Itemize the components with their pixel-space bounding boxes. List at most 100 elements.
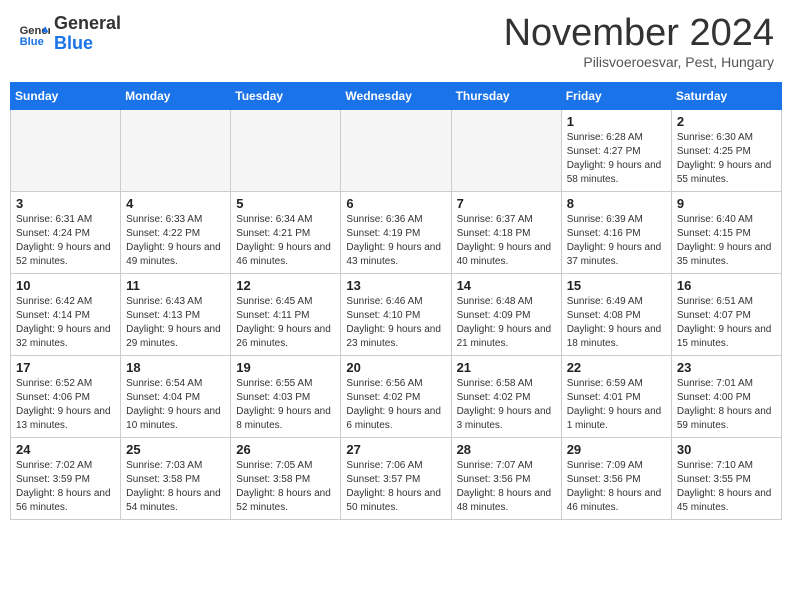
day-number: 1 xyxy=(567,114,666,129)
day-detail: Sunrise: 6:48 AM Sunset: 4:09 PM Dayligh… xyxy=(457,295,556,351)
day-number: 7 xyxy=(457,196,556,211)
calendar-cell: 30 Sunrise: 7:10 AM Sunset: 3:55 PM Dayli… xyxy=(671,438,781,520)
day-number: 3 xyxy=(16,196,115,211)
calendar-cell: 6Sunrise: 6:36 AM Sunset: 4:19 PM Daylig… xyxy=(341,192,451,274)
calendar-cell xyxy=(121,110,231,192)
calendar-cell: 1 Sunrise: 6:28 AM Sunset: 4:27 PM Daylig… xyxy=(561,110,671,192)
day-number: 14 xyxy=(457,278,556,293)
calendar-cell: 20 Sunrise: 6:56 AM Sunset: 4:02 PM Dayli… xyxy=(341,356,451,438)
weekday-header-wednesday: Wednesday xyxy=(341,83,451,110)
calendar-cell: 25Sunrise: 7:03 AM Sunset: 3:58 PM Dayli… xyxy=(121,438,231,520)
calendar-cell: 4Sunrise: 6:33 AM Sunset: 4:22 PM Daylig… xyxy=(121,192,231,274)
day-detail: Sunrise: 7:09 AM Sunset: 3:56 PM Dayligh… xyxy=(567,459,666,515)
day-detail: Sunrise: 6:31 AM Sunset: 4:24 PM Dayligh… xyxy=(16,213,115,269)
calendar-cell: 8 Sunrise: 6:39 AM Sunset: 4:16 PM Daylig… xyxy=(561,192,671,274)
day-number: 23 xyxy=(677,360,776,375)
page-header: General Blue General Blue November 2024 … xyxy=(10,10,782,74)
title-block: November 2024 Pilisvoeroesvar, Pest, Hun… xyxy=(504,14,774,70)
calendar-cell xyxy=(341,110,451,192)
day-detail: Sunrise: 6:30 AM Sunset: 4:25 PM Dayligh… xyxy=(677,131,776,187)
day-number: 12 xyxy=(236,278,335,293)
day-number: 21 xyxy=(457,360,556,375)
calendar-cell: 18 Sunrise: 6:54 AM Sunset: 4:04 PM Dayli… xyxy=(121,356,231,438)
day-detail: Sunrise: 6:58 AM Sunset: 4:02 PM Dayligh… xyxy=(457,377,556,433)
calendar-cell: 22 Sunrise: 6:59 AM Sunset: 4:01 PM Dayli… xyxy=(561,356,671,438)
calendar-cell: 10 Sunrise: 6:42 AM Sunset: 4:14 PM Dayli… xyxy=(11,274,121,356)
day-number: 13 xyxy=(346,278,445,293)
day-detail: Sunrise: 6:59 AM Sunset: 4:01 PM Dayligh… xyxy=(567,377,666,433)
day-number: 28 xyxy=(457,442,556,457)
day-number: 20 xyxy=(346,360,445,375)
calendar-cell: 19 Sunrise: 6:55 AM Sunset: 4:03 PM Dayli… xyxy=(231,356,341,438)
day-number: 9 xyxy=(677,196,776,211)
day-number: 18 xyxy=(126,360,225,375)
calendar-cell: 15Sunrise: 6:49 AM Sunset: 4:08 PM Dayli… xyxy=(561,274,671,356)
weekday-header-thursday: Thursday xyxy=(451,83,561,110)
calendar-cell: 17Sunrise: 6:52 AM Sunset: 4:06 PM Dayli… xyxy=(11,356,121,438)
day-detail: Sunrise: 6:54 AM Sunset: 4:04 PM Dayligh… xyxy=(126,377,225,433)
calendar-cell: 14 Sunrise: 6:48 AM Sunset: 4:09 PM Dayli… xyxy=(451,274,561,356)
day-detail: Sunrise: 6:37 AM Sunset: 4:18 PM Dayligh… xyxy=(457,213,556,269)
calendar-cell: 27 Sunrise: 7:06 AM Sunset: 3:57 PM Dayli… xyxy=(341,438,451,520)
day-detail: Sunrise: 6:28 AM Sunset: 4:27 PM Dayligh… xyxy=(567,131,666,187)
calendar-cell: 11 Sunrise: 6:43 AM Sunset: 4:13 PM Dayli… xyxy=(121,274,231,356)
calendar-cell: 23Sunrise: 7:01 AM Sunset: 4:00 PM Dayli… xyxy=(671,356,781,438)
day-number: 26 xyxy=(236,442,335,457)
calendar-cell: 5 Sunrise: 6:34 AM Sunset: 4:21 PM Daylig… xyxy=(231,192,341,274)
weekday-header-saturday: Saturday xyxy=(671,83,781,110)
day-number: 4 xyxy=(126,196,225,211)
day-detail: Sunrise: 7:05 AM Sunset: 3:58 PM Dayligh… xyxy=(236,459,335,515)
day-number: 10 xyxy=(16,278,115,293)
day-detail: Sunrise: 6:56 AM Sunset: 4:02 PM Dayligh… xyxy=(346,377,445,433)
day-number: 27 xyxy=(346,442,445,457)
calendar-cell xyxy=(451,110,561,192)
day-number: 6 xyxy=(346,196,445,211)
day-number: 19 xyxy=(236,360,335,375)
day-detail: Sunrise: 6:55 AM Sunset: 4:03 PM Dayligh… xyxy=(236,377,335,433)
weekday-header-friday: Friday xyxy=(561,83,671,110)
day-detail: Sunrise: 6:40 AM Sunset: 4:15 PM Dayligh… xyxy=(677,213,776,269)
calendar-cell: 9 Sunrise: 6:40 AM Sunset: 4:15 PM Daylig… xyxy=(671,192,781,274)
day-detail: Sunrise: 6:46 AM Sunset: 4:10 PM Dayligh… xyxy=(346,295,445,351)
day-detail: Sunrise: 7:06 AM Sunset: 3:57 PM Dayligh… xyxy=(346,459,445,515)
calendar-cell: 24 Sunrise: 7:02 AM Sunset: 3:59 PM Dayli… xyxy=(11,438,121,520)
calendar-cell: 28 Sunrise: 7:07 AM Sunset: 3:56 PM Dayli… xyxy=(451,438,561,520)
day-number: 29 xyxy=(567,442,666,457)
calendar-cell: 12 Sunrise: 6:45 AM Sunset: 4:11 PM Dayli… xyxy=(231,274,341,356)
day-number: 5 xyxy=(236,196,335,211)
week-row-4: 17Sunrise: 6:52 AM Sunset: 4:06 PM Dayli… xyxy=(11,356,782,438)
month-title: November 2024 xyxy=(504,14,774,52)
week-row-3: 10 Sunrise: 6:42 AM Sunset: 4:14 PM Dayli… xyxy=(11,274,782,356)
weekday-header-tuesday: Tuesday xyxy=(231,83,341,110)
calendar-cell xyxy=(231,110,341,192)
weekday-header-monday: Monday xyxy=(121,83,231,110)
day-number: 30 xyxy=(677,442,776,457)
day-detail: Sunrise: 6:39 AM Sunset: 4:16 PM Dayligh… xyxy=(567,213,666,269)
day-detail: Sunrise: 7:02 AM Sunset: 3:59 PM Dayligh… xyxy=(16,459,115,515)
day-detail: Sunrise: 7:03 AM Sunset: 3:58 PM Dayligh… xyxy=(126,459,225,515)
day-detail: Sunrise: 6:34 AM Sunset: 4:21 PM Dayligh… xyxy=(236,213,335,269)
day-number: 22 xyxy=(567,360,666,375)
calendar-cell: 3 Sunrise: 6:31 AM Sunset: 4:24 PM Daylig… xyxy=(11,192,121,274)
day-detail: Sunrise: 7:07 AM Sunset: 3:56 PM Dayligh… xyxy=(457,459,556,515)
logo-text: General Blue xyxy=(54,14,121,54)
location-subtitle: Pilisvoeroesvar, Pest, Hungary xyxy=(504,54,774,70)
week-row-2: 3 Sunrise: 6:31 AM Sunset: 4:24 PM Daylig… xyxy=(11,192,782,274)
day-detail: Sunrise: 6:42 AM Sunset: 4:14 PM Dayligh… xyxy=(16,295,115,351)
day-detail: Sunrise: 6:45 AM Sunset: 4:11 PM Dayligh… xyxy=(236,295,335,351)
day-number: 8 xyxy=(567,196,666,211)
day-detail: Sunrise: 6:43 AM Sunset: 4:13 PM Dayligh… xyxy=(126,295,225,351)
day-detail: Sunrise: 6:49 AM Sunset: 4:08 PM Dayligh… xyxy=(567,295,666,351)
day-number: 11 xyxy=(126,278,225,293)
day-number: 16 xyxy=(677,278,776,293)
logo-icon: General Blue xyxy=(18,18,50,50)
calendar-cell: 13 Sunrise: 6:46 AM Sunset: 4:10 PM Dayli… xyxy=(341,274,451,356)
day-detail: Sunrise: 6:52 AM Sunset: 4:06 PM Dayligh… xyxy=(16,377,115,433)
week-row-5: 24 Sunrise: 7:02 AM Sunset: 3:59 PM Dayli… xyxy=(11,438,782,520)
calendar-cell: 21 Sunrise: 6:58 AM Sunset: 4:02 PM Dayli… xyxy=(451,356,561,438)
calendar-cell xyxy=(11,110,121,192)
day-detail: Sunrise: 7:10 AM Sunset: 3:55 PM Dayligh… xyxy=(677,459,776,515)
logo: General Blue General Blue xyxy=(18,14,121,54)
day-number: 24 xyxy=(16,442,115,457)
weekday-header-row: SundayMondayTuesdayWednesdayThursdayFrid… xyxy=(11,83,782,110)
